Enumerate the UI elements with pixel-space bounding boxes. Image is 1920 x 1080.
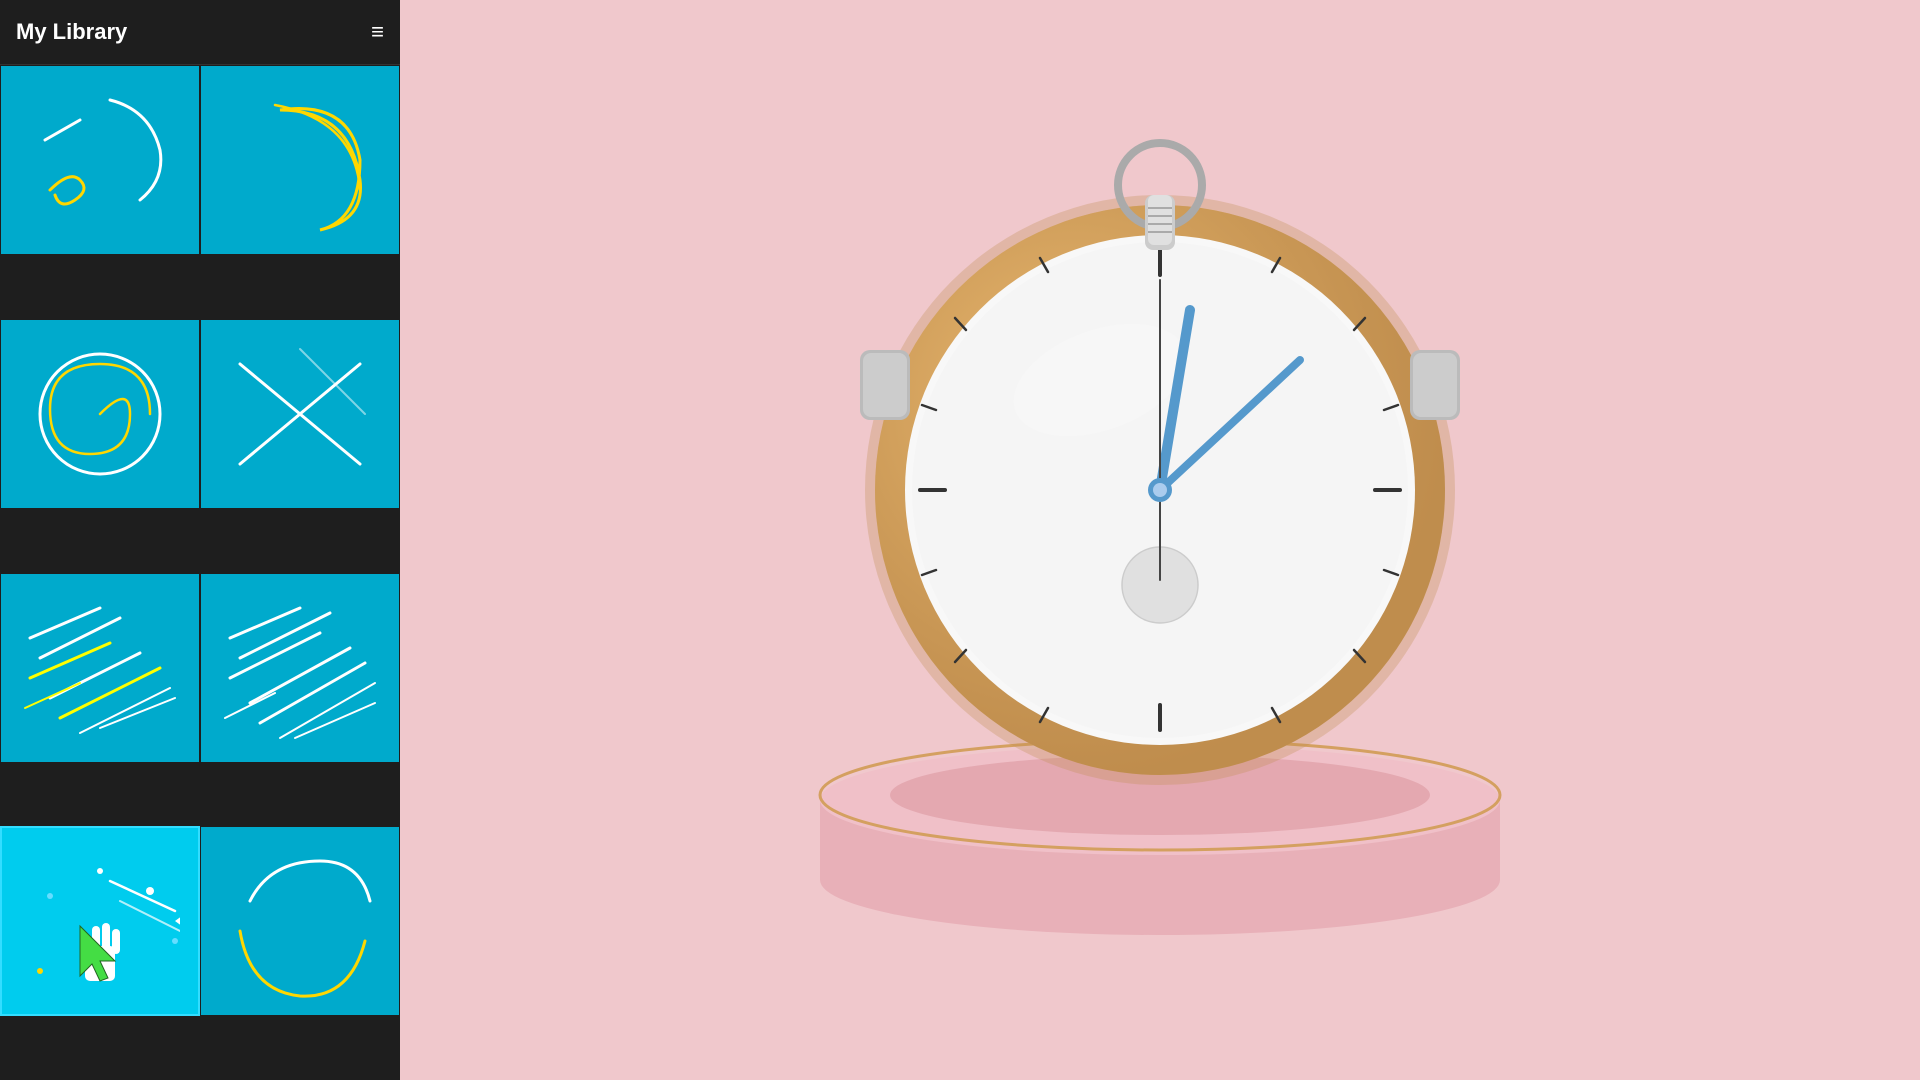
library-item-4[interactable] (200, 319, 400, 509)
library-item-6[interactable] (200, 573, 400, 763)
stopwatch-display (400, 0, 1920, 1080)
sidebar-title: My Library (16, 19, 127, 45)
main-content (400, 0, 1920, 1080)
menu-icon[interactable]: ≡ (371, 19, 384, 45)
library-item-8[interactable] (200, 826, 400, 1016)
library-grid (0, 65, 400, 1080)
library-item-1[interactable] (0, 65, 200, 255)
library-item-2[interactable] (200, 65, 400, 255)
sidebar: My Library ≡ (0, 0, 400, 1080)
library-item-7[interactable] (0, 826, 200, 1016)
library-item-3[interactable] (0, 319, 200, 509)
library-item-5[interactable] (0, 573, 200, 763)
sidebar-header: My Library ≡ (0, 0, 400, 65)
